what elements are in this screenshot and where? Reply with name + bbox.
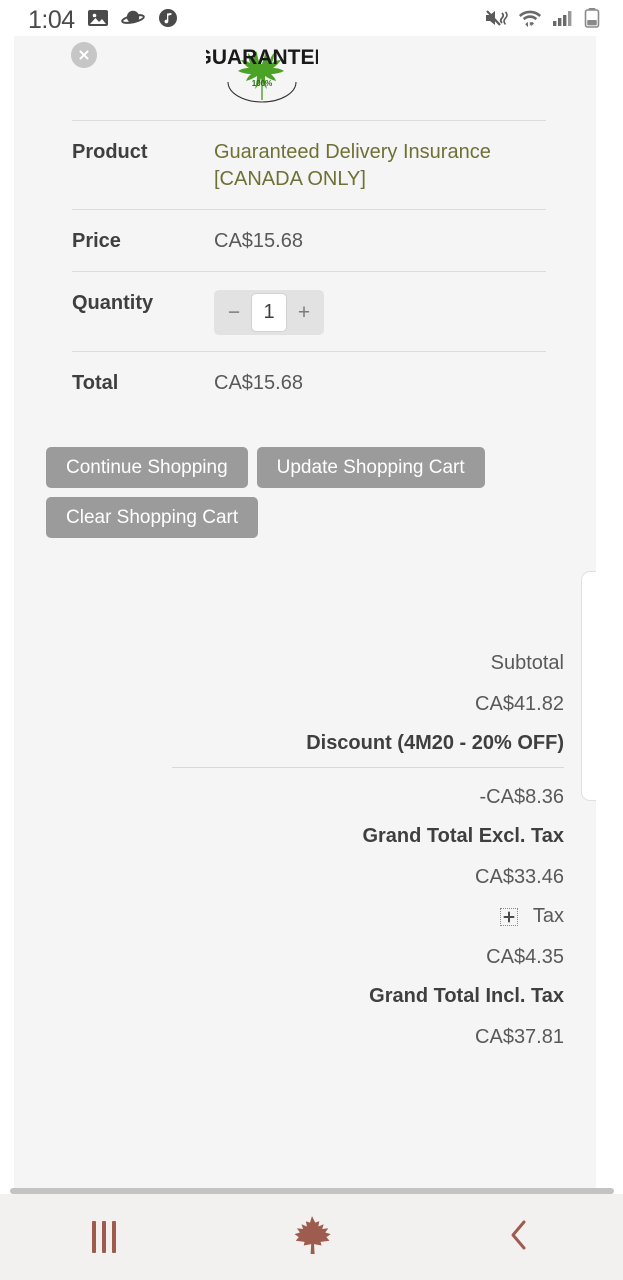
maple-leaf-icon — [289, 1212, 335, 1263]
wifi-icon — [517, 6, 543, 35]
remove-item-button[interactable] — [71, 42, 97, 68]
android-navigation-bar — [0, 1194, 623, 1280]
grand-total-incl-tax-value: CA$37.81 — [475, 1026, 564, 1048]
phone-screen: 1:04 UARANTE 100% Product Guaranteed Del… — [0, 0, 623, 1280]
status-bar-clock: 1:04 — [28, 5, 75, 34]
cart-value-price: CA$15.68 — [214, 230, 303, 252]
guarantee-logo-text: GUARANTEE — [206, 46, 318, 69]
grand-total-incl-tax-label: Grand Total Incl. Tax — [369, 985, 564, 1007]
vertical-scrollbar[interactable] — [581, 571, 596, 801]
quantity-increment-button[interactable]: + — [287, 293, 321, 332]
mute-vibrate-icon — [483, 6, 509, 35]
cart-label-quantity: Quantity — [72, 292, 154, 314]
cart-actions: Continue Shopping Update Shopping Cart C… — [46, 447, 566, 538]
grand-total-excl-tax-value: CA$33.46 — [475, 866, 564, 888]
status-bar: 1:04 — [0, 0, 623, 40]
recents-button[interactable] — [0, 1194, 208, 1280]
planet-icon — [120, 6, 145, 35]
update-shopping-cart-button[interactable]: Update Shopping Cart — [256, 447, 485, 488]
product-name-link[interactable]: Guaranteed Delivery Insurance [CANADA ON… — [214, 139, 514, 193]
quantity-decrement-button[interactable]: − — [217, 293, 251, 332]
cellular-signal-icon — [551, 6, 575, 35]
cart-row-product: Product Guaranteed Delivery Insurance [C… — [72, 120, 546, 209]
subtotal-label: Subtotal — [490, 652, 564, 674]
quantity-input[interactable] — [251, 293, 287, 332]
cart-row-total: Total CA$15.68 — [72, 351, 546, 405]
back-button[interactable] — [415, 1194, 623, 1280]
cart-page: GUARANTEE 100% Product Guaranteed Delive… — [14, 36, 596, 1196]
cart-row-quantity: Quantity − + — [72, 271, 546, 351]
discount-label: Discount (4M20 - 20% OFF) — [306, 732, 564, 754]
subtotal-value: CA$41.82 — [475, 693, 564, 715]
quantity-stepper[interactable]: − + — [214, 290, 324, 335]
cart-value-total: CA$15.68 — [214, 372, 303, 394]
guarantee-logo-badge: 100% — [252, 79, 272, 88]
tax-row: Tax — [46, 889, 564, 928]
home-button[interactable] — [208, 1194, 416, 1280]
recents-icon — [91, 1221, 116, 1253]
order-totals: Subtotal CA$41.82 Discount (4M20 - 20% O… — [46, 636, 564, 1049]
discount-value: -CA$8.36 — [479, 786, 565, 808]
cart-label-product: Product — [72, 141, 148, 163]
cart-label-price: Price — [72, 230, 121, 252]
clear-shopping-cart-button[interactable]: Clear Shopping Cart — [46, 497, 259, 538]
cart-row-price: Price CA$15.68 — [72, 209, 546, 271]
chevron-left-icon — [504, 1217, 534, 1258]
tax-value: CA$4.35 — [486, 946, 564, 968]
status-bar-left: 1:04 — [28, 6, 180, 35]
cart-item-table: Product Guaranteed Delivery Insurance [C… — [72, 120, 546, 405]
cart-label-total: Total — [72, 372, 119, 394]
guarantee-logo: GUARANTEE 100% — [195, 36, 329, 108]
music-note-icon — [156, 6, 180, 35]
battery-icon — [583, 6, 601, 35]
status-bar-right — [483, 6, 601, 35]
plus-box-icon[interactable] — [499, 907, 518, 926]
tax-label: Tax — [532, 905, 564, 927]
gallery-icon — [86, 6, 110, 35]
continue-shopping-button[interactable]: Continue Shopping — [46, 447, 248, 488]
close-circle-icon — [77, 48, 91, 62]
grand-total-excl-tax-label: Grand Total Excl. Tax — [362, 825, 564, 847]
